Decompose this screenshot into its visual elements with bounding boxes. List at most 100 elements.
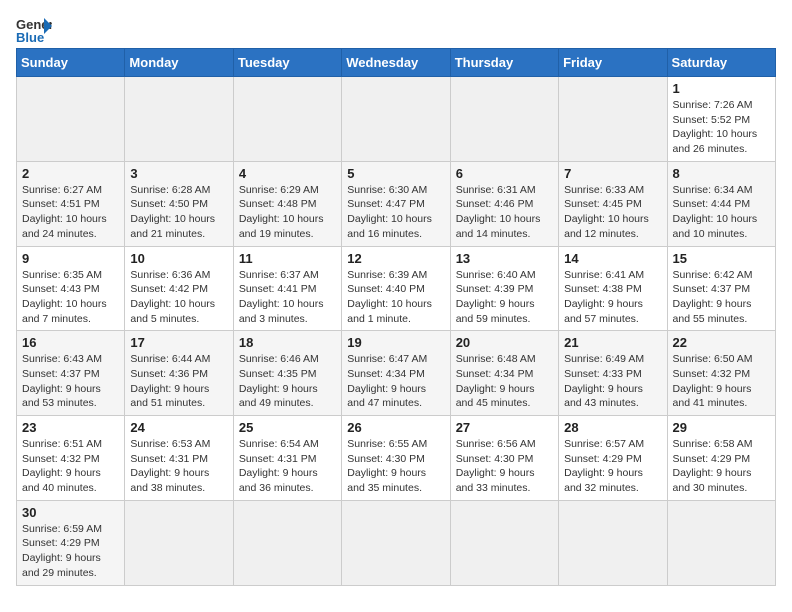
day-cell: 2 Sunrise: 6:27 AM Sunset: 4:51 PM Daylig… (17, 161, 125, 246)
day-cell: 28 Sunrise: 6:57 AM Sunset: 4:29 PM Dayli… (559, 416, 667, 501)
day-cell: 26 Sunrise: 6:55 AM Sunset: 4:30 PM Dayli… (342, 416, 450, 501)
col-header-wednesday: Wednesday (342, 49, 450, 77)
col-header-sunday: Sunday (17, 49, 125, 77)
day-number: 21 (564, 335, 661, 350)
day-number: 7 (564, 166, 661, 181)
day-info: Sunrise: 6:56 AM Sunset: 4:30 PM Dayligh… (456, 437, 553, 496)
day-info: Sunrise: 6:44 AM Sunset: 4:36 PM Dayligh… (130, 352, 227, 411)
day-info: Sunrise: 6:30 AM Sunset: 4:47 PM Dayligh… (347, 183, 444, 242)
week-row-6: 30Sunrise: 6:59 AM Sunset: 4:29 PM Dayli… (17, 500, 776, 585)
day-cell: 20 Sunrise: 6:48 AM Sunset: 4:34 PM Dayli… (450, 331, 558, 416)
day-info: Sunrise: 6:43 AM Sunset: 4:37 PM Dayligh… (22, 352, 119, 411)
day-info: Sunrise: 6:46 AM Sunset: 4:35 PM Dayligh… (239, 352, 336, 411)
day-cell: 11 Sunrise: 6:37 AM Sunset: 4:41 PM Dayli… (233, 246, 341, 331)
day-info: Sunrise: 6:58 AM Sunset: 4:29 PM Dayligh… (673, 437, 770, 496)
day-info: Sunrise: 6:54 AM Sunset: 4:31 PM Dayligh… (239, 437, 336, 496)
day-cell (233, 500, 341, 585)
day-cell: 15 Sunrise: 6:42 AM Sunset: 4:37 PM Dayli… (667, 246, 775, 331)
day-info: Sunrise: 6:57 AM Sunset: 4:29 PM Dayligh… (564, 437, 661, 496)
day-cell: 21 Sunrise: 6:49 AM Sunset: 4:33 PM Dayli… (559, 331, 667, 416)
day-number: 2 (22, 166, 119, 181)
day-info: Sunrise: 6:33 AM Sunset: 4:45 PM Dayligh… (564, 183, 661, 242)
logo-icon: General Blue (16, 16, 52, 44)
day-info: Sunrise: 6:34 AM Sunset: 4:44 PM Dayligh… (673, 183, 770, 242)
svg-text:Blue: Blue (16, 30, 44, 44)
day-info: Sunrise: 6:50 AM Sunset: 4:32 PM Dayligh… (673, 352, 770, 411)
day-cell: 3Sunrise: 6:28 AM Sunset: 4:50 PM Daylig… (125, 161, 233, 246)
day-number: 19 (347, 335, 444, 350)
day-cell: 23Sunrise: 6:51 AM Sunset: 4:32 PM Dayli… (17, 416, 125, 501)
col-header-tuesday: Tuesday (233, 49, 341, 77)
day-cell: 16 Sunrise: 6:43 AM Sunset: 4:37 PM Dayli… (17, 331, 125, 416)
day-cell (125, 77, 233, 162)
day-info: Sunrise: 6:55 AM Sunset: 4:30 PM Dayligh… (347, 437, 444, 496)
day-cell (17, 77, 125, 162)
col-header-thursday: Thursday (450, 49, 558, 77)
day-cell: 10Sunrise: 6:36 AM Sunset: 4:42 PM Dayli… (125, 246, 233, 331)
day-number: 14 (564, 251, 661, 266)
day-number: 15 (673, 251, 770, 266)
day-cell: 29 Sunrise: 6:58 AM Sunset: 4:29 PM Dayli… (667, 416, 775, 501)
logo: General Blue (16, 16, 52, 44)
day-cell (450, 77, 558, 162)
day-info: Sunrise: 6:48 AM Sunset: 4:34 PM Dayligh… (456, 352, 553, 411)
day-cell: 7 Sunrise: 6:33 AM Sunset: 4:45 PM Daylig… (559, 161, 667, 246)
day-cell: 22Sunrise: 6:50 AM Sunset: 4:32 PM Dayli… (667, 331, 775, 416)
day-info: Sunrise: 6:40 AM Sunset: 4:39 PM Dayligh… (456, 268, 553, 327)
day-info: Sunrise: 6:49 AM Sunset: 4:33 PM Dayligh… (564, 352, 661, 411)
day-info: Sunrise: 6:59 AM Sunset: 4:29 PM Dayligh… (22, 522, 119, 581)
day-cell: 24 Sunrise: 6:53 AM Sunset: 4:31 PM Dayli… (125, 416, 233, 501)
day-number: 28 (564, 420, 661, 435)
day-cell: 6Sunrise: 6:31 AM Sunset: 4:46 PM Daylig… (450, 161, 558, 246)
day-number: 12 (347, 251, 444, 266)
header: General Blue (16, 16, 776, 44)
day-number: 26 (347, 420, 444, 435)
day-cell (559, 500, 667, 585)
day-cell: 14Sunrise: 6:41 AM Sunset: 4:38 PM Dayli… (559, 246, 667, 331)
day-number: 16 (22, 335, 119, 350)
day-cell: 25 Sunrise: 6:54 AM Sunset: 4:31 PM Dayli… (233, 416, 341, 501)
day-info: Sunrise: 6:35 AM Sunset: 4:43 PM Dayligh… (22, 268, 119, 327)
day-info: Sunrise: 6:27 AM Sunset: 4:51 PM Dayligh… (22, 183, 119, 242)
calendar-table: SundayMondayTuesdayWednesdayThursdayFrid… (16, 48, 776, 586)
week-row-4: 16 Sunrise: 6:43 AM Sunset: 4:37 PM Dayli… (17, 331, 776, 416)
day-info: Sunrise: 6:42 AM Sunset: 4:37 PM Dayligh… (673, 268, 770, 327)
day-number: 9 (22, 251, 119, 266)
day-number: 3 (130, 166, 227, 181)
day-cell: 13 Sunrise: 6:40 AM Sunset: 4:39 PM Dayli… (450, 246, 558, 331)
day-info: Sunrise: 6:36 AM Sunset: 4:42 PM Dayligh… (130, 268, 227, 327)
day-number: 4 (239, 166, 336, 181)
day-info: Sunrise: 6:47 AM Sunset: 4:34 PM Dayligh… (347, 352, 444, 411)
day-cell: 1 Sunrise: 7:26 AM Sunset: 5:52 PM Daylig… (667, 77, 775, 162)
day-number: 18 (239, 335, 336, 350)
day-cell (125, 500, 233, 585)
day-info: Sunrise: 6:51 AM Sunset: 4:32 PM Dayligh… (22, 437, 119, 496)
day-number: 11 (239, 251, 336, 266)
day-number: 1 (673, 81, 770, 96)
day-info: Sunrise: 6:31 AM Sunset: 4:46 PM Dayligh… (456, 183, 553, 242)
day-number: 5 (347, 166, 444, 181)
col-header-monday: Monday (125, 49, 233, 77)
day-cell (342, 77, 450, 162)
day-info: Sunrise: 6:53 AM Sunset: 4:31 PM Dayligh… (130, 437, 227, 496)
day-cell: 17 Sunrise: 6:44 AM Sunset: 4:36 PM Dayli… (125, 331, 233, 416)
day-number: 27 (456, 420, 553, 435)
day-number: 17 (130, 335, 227, 350)
week-row-1: 1 Sunrise: 7:26 AM Sunset: 5:52 PM Daylig… (17, 77, 776, 162)
day-number: 20 (456, 335, 553, 350)
day-number: 8 (673, 166, 770, 181)
day-info: Sunrise: 7:26 AM Sunset: 5:52 PM Dayligh… (673, 98, 770, 157)
day-info: Sunrise: 6:37 AM Sunset: 4:41 PM Dayligh… (239, 268, 336, 327)
col-header-saturday: Saturday (667, 49, 775, 77)
day-number: 29 (673, 420, 770, 435)
day-number: 13 (456, 251, 553, 266)
col-header-friday: Friday (559, 49, 667, 77)
day-cell: 9 Sunrise: 6:35 AM Sunset: 4:43 PM Daylig… (17, 246, 125, 331)
week-row-2: 2 Sunrise: 6:27 AM Sunset: 4:51 PM Daylig… (17, 161, 776, 246)
day-cell: 12Sunrise: 6:39 AM Sunset: 4:40 PM Dayli… (342, 246, 450, 331)
day-number: 24 (130, 420, 227, 435)
day-number: 25 (239, 420, 336, 435)
day-cell: 4Sunrise: 6:29 AM Sunset: 4:48 PM Daylig… (233, 161, 341, 246)
week-row-3: 9 Sunrise: 6:35 AM Sunset: 4:43 PM Daylig… (17, 246, 776, 331)
day-cell: 18 Sunrise: 6:46 AM Sunset: 4:35 PM Dayli… (233, 331, 341, 416)
